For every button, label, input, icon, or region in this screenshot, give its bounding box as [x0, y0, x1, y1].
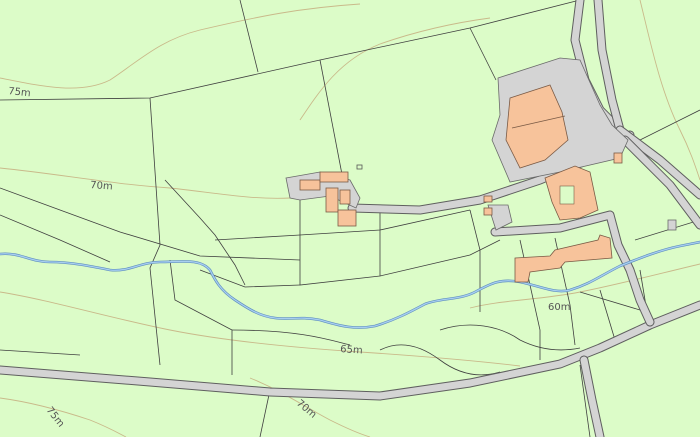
contour-label-70m: 70m [90, 180, 113, 193]
outbuilding-2 [483, 207, 493, 216]
map-view[interactable]: 75m 70m 60m 65m 75m 70m [0, 0, 700, 437]
farmhouse-1 [299, 179, 321, 191]
contour-label-60m: 60m [548, 302, 570, 313]
map-canvas[interactable]: 75m 70m 60m 65m 75m 70m [0, 0, 700, 437]
contour-label-65m: 65m [340, 344, 363, 357]
outbuilding-1 [613, 152, 623, 164]
farmhouse-5 [337, 209, 357, 227]
farmhouse-3 [325, 187, 339, 213]
farmhouse-4 [339, 189, 351, 205]
outbuilding-3 [483, 195, 493, 203]
contour-label-75m: 75m [8, 86, 31, 99]
farmhouse-2 [319, 171, 349, 183]
